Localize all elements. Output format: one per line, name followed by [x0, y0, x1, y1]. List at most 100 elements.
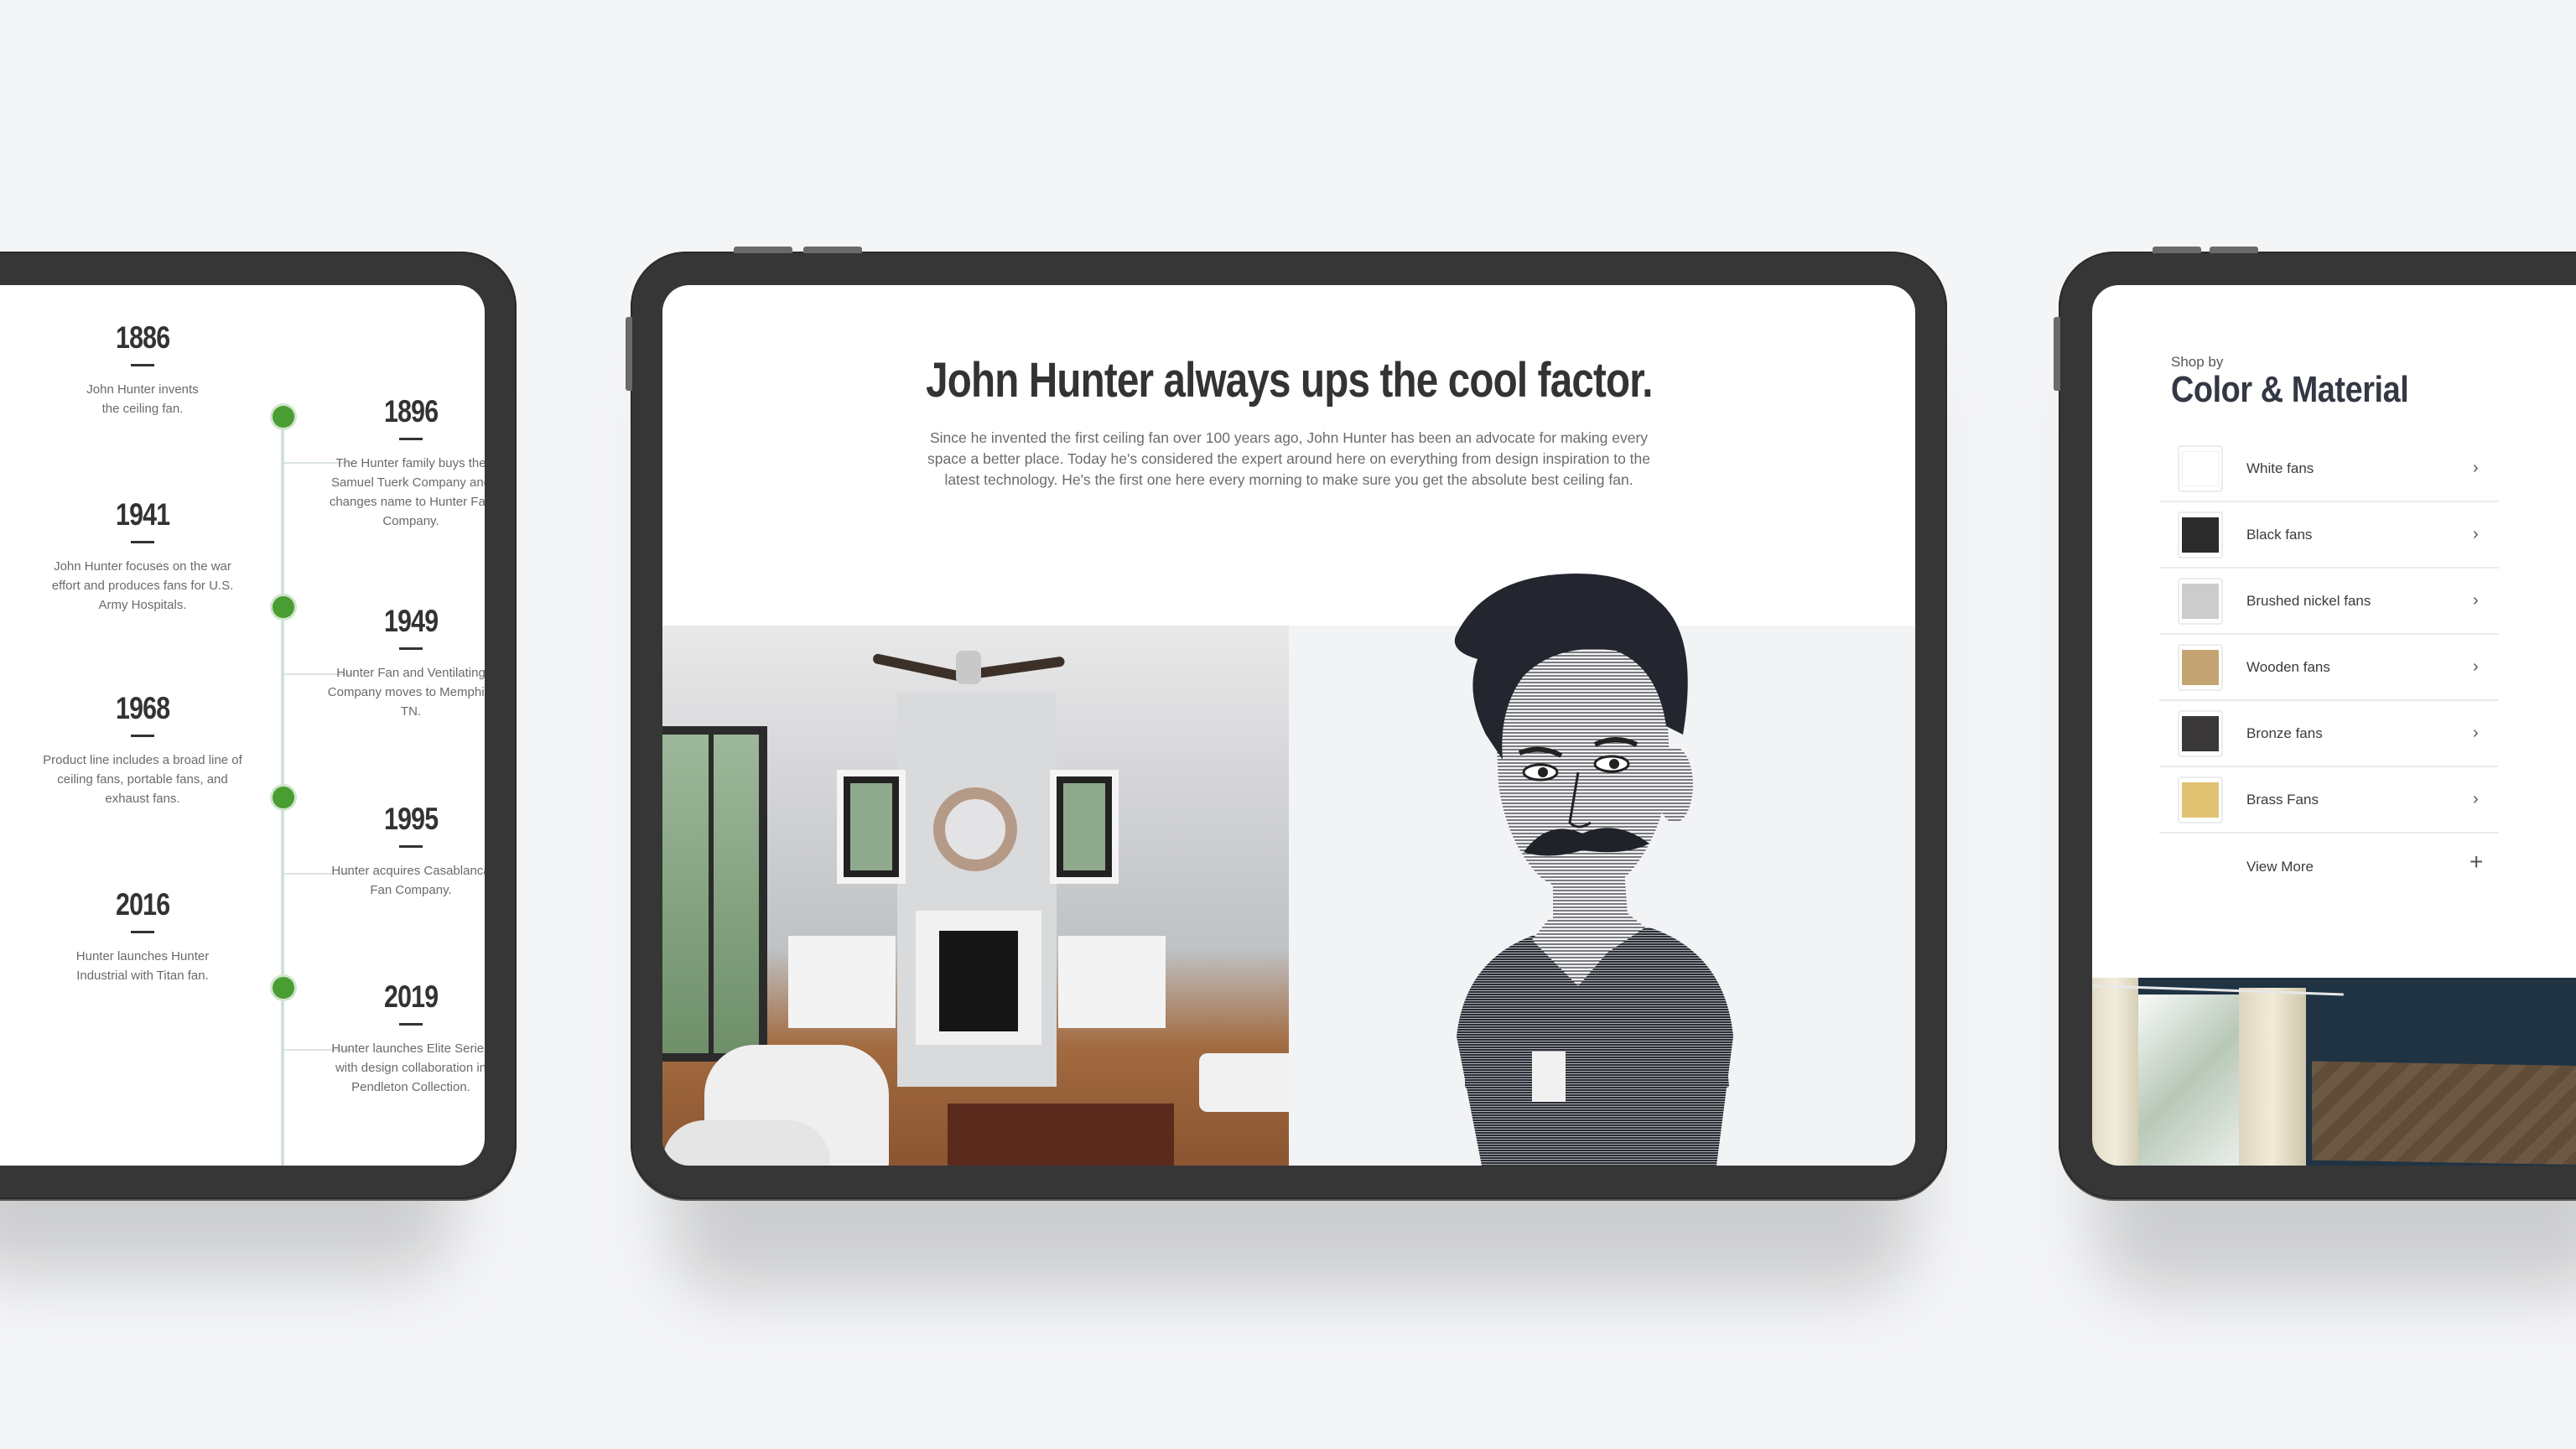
chevron-right-icon: ›: [2473, 724, 2479, 742]
swatch: [2178, 643, 2223, 691]
timeline-dot: [273, 977, 294, 999]
timeline-entry: 1941 John Hunter focuses on the war effo…: [42, 497, 243, 615]
photo-mirror: [933, 787, 1017, 871]
timeline-description: Hunter acquires Casablanca Fan Company.: [331, 864, 485, 897]
timeline-dot: [273, 596, 294, 618]
swatch: [2178, 577, 2223, 625]
timeline-divider: [131, 931, 154, 933]
timeline-entry: 2016 Hunter launches Hunter Industrial w…: [42, 887, 243, 985]
photo-window: [662, 726, 767, 1062]
timeline-divider: [399, 1023, 423, 1026]
device-button: [803, 247, 862, 253]
john-hunter-portrait-icon: [1454, 574, 1733, 1166]
swatch-color: [2182, 649, 2219, 685]
timeline-divider: [399, 647, 423, 650]
timeline-divider: [131, 541, 154, 543]
swatch-color: [2182, 583, 2219, 619]
timeline-divider: [399, 845, 423, 848]
interior-photo: [2092, 978, 2576, 1166]
timeline-entry: 1995 Hunter acquires Casablanca Fan Comp…: [323, 802, 485, 900]
john-hunter-illustration: [1289, 574, 1915, 1166]
photo-wood-panel: [2312, 1061, 2576, 1166]
photo-curtain: [2239, 988, 2306, 1166]
photo-cabinet: [788, 936, 896, 1028]
history-timeline: 1886 John Hunter invents the ceiling fan…: [34, 285, 485, 1166]
photo-window: [1050, 770, 1119, 884]
timeline-entry: 1886 John Hunter invents the ceiling fan…: [42, 320, 243, 418]
hero-title-text: John Hunter always ups the cool factor.: [925, 353, 1653, 408]
timeline-dot: [273, 406, 294, 428]
swatch-color: [2182, 715, 2219, 751]
chevron-right-icon: ›: [2473, 525, 2479, 543]
timeline-description: Hunter Fan and Ventilating Company moves…: [327, 666, 485, 719]
device-button: [2054, 317, 2060, 391]
shop-item-label: Black fans: [2246, 526, 2313, 543]
plus-icon: +: [2470, 849, 2484, 875]
shop-item-white-fans[interactable]: White fans ›: [2159, 436, 2499, 502]
view-more-label: View More: [2246, 859, 2314, 875]
tablet-device-timeline: 1886 John Hunter invents the ceiling fan…: [0, 252, 517, 1199]
photo-coffee-table: [948, 1104, 1174, 1166]
chevron-right-icon: ›: [2473, 657, 2479, 676]
timeline-year: 2019: [383, 979, 439, 1014]
chevron-right-icon: ›: [2473, 591, 2479, 610]
tablet-screen-shop: Shop by Color & Material White fans › Bl…: [2092, 285, 2576, 1166]
timeline-description: Hunter launches Hunter Industrial with T…: [75, 949, 210, 983]
swatch-color: [2182, 450, 2219, 486]
timeline-divider: [131, 364, 154, 366]
timeline-dot: [273, 787, 294, 808]
shop-item-label: Brushed nickel fans: [2246, 592, 2371, 609]
shop-item-brass-fans[interactable]: Brass Fans ›: [2159, 767, 2499, 834]
view-more-button[interactable]: View More +: [2159, 834, 2499, 901]
shop-item-label: Brass Fans: [2246, 791, 2319, 808]
shop-title: Color & Material: [2171, 369, 2409, 410]
tablet-device-hero: John Hunter always ups the cool factor. …: [626, 247, 1947, 1199]
photo-curtain: [2092, 978, 2138, 1166]
tablet-device-shop: Shop by Color & Material White fans › Bl…: [2054, 247, 2576, 1199]
shop-item-black-fans[interactable]: Black fans ›: [2159, 502, 2499, 569]
color-material-list: White fans › Black fans › Brushed nickel…: [2159, 436, 2499, 901]
ceiling-fan-icon: [871, 651, 1066, 684]
timeline-year: 1968: [115, 691, 170, 725]
swatch: [2178, 709, 2223, 757]
photo-fireplace: [916, 911, 1041, 1045]
timeline-description: Hunter launches Elite Series with design…: [331, 1041, 485, 1094]
swatch: [2178, 444, 2223, 492]
swatch: [2178, 511, 2223, 558]
swatch-color: [2182, 782, 2219, 818]
shop-item-bronze-fans[interactable]: Bronze fans ›: [2159, 701, 2499, 767]
shop-item-brushed-nickel-fans[interactable]: Brushed nickel fans ›: [2159, 569, 2499, 635]
hero-title: John Hunter always ups the cool factor.: [662, 352, 1915, 408]
timeline-entry: 1968 Product line includes a broad line …: [42, 691, 243, 808]
timeline-description: The Hunter family buys the Samuel Tuerk …: [329, 456, 485, 528]
timeline-year: 2016: [115, 887, 170, 922]
swatch: [2178, 776, 2223, 823]
chevron-right-icon: ›: [2473, 790, 2479, 808]
photo-window: [2138, 995, 2239, 1166]
timeline-entry: 1896 The Hunter family buys the Samuel T…: [323, 394, 485, 531]
device-button: [2153, 247, 2201, 253]
photo-armchair: [662, 1120, 830, 1166]
timeline-divider: [131, 735, 154, 737]
timeline-year: 1886: [115, 320, 170, 355]
shop-item-wooden-fans[interactable]: Wooden fans ›: [2159, 635, 2499, 701]
timeline-year: 1995: [383, 802, 439, 836]
timeline-description: John Hunter invents the ceiling fan.: [86, 382, 199, 416]
timeline-divider: [399, 438, 423, 440]
shop-kicker: Shop by: [2171, 354, 2224, 370]
device-button: [734, 247, 792, 253]
photo-cabinet: [1058, 936, 1166, 1028]
photo-bench: [1199, 1053, 1289, 1112]
living-room-photo: [662, 626, 1289, 1166]
timeline-entry: 2019 Hunter launches Elite Series with d…: [323, 979, 485, 1097]
chevron-right-icon: ›: [2473, 459, 2479, 477]
tablet-screen-timeline: 1886 John Hunter invents the ceiling fan…: [0, 285, 485, 1166]
swatch-color: [2182, 517, 2219, 553]
timeline-entry: 1949 Hunter Fan and Ventilating Company …: [323, 604, 485, 721]
shop-item-label: Bronze fans: [2246, 724, 2323, 741]
timeline-description: John Hunter focuses on the war effort an…: [51, 559, 234, 612]
timeline-year: 1896: [383, 394, 439, 428]
device-button: [2210, 247, 2258, 253]
timeline-year: 1949: [383, 604, 439, 638]
timeline-year: 1941: [115, 497, 170, 532]
